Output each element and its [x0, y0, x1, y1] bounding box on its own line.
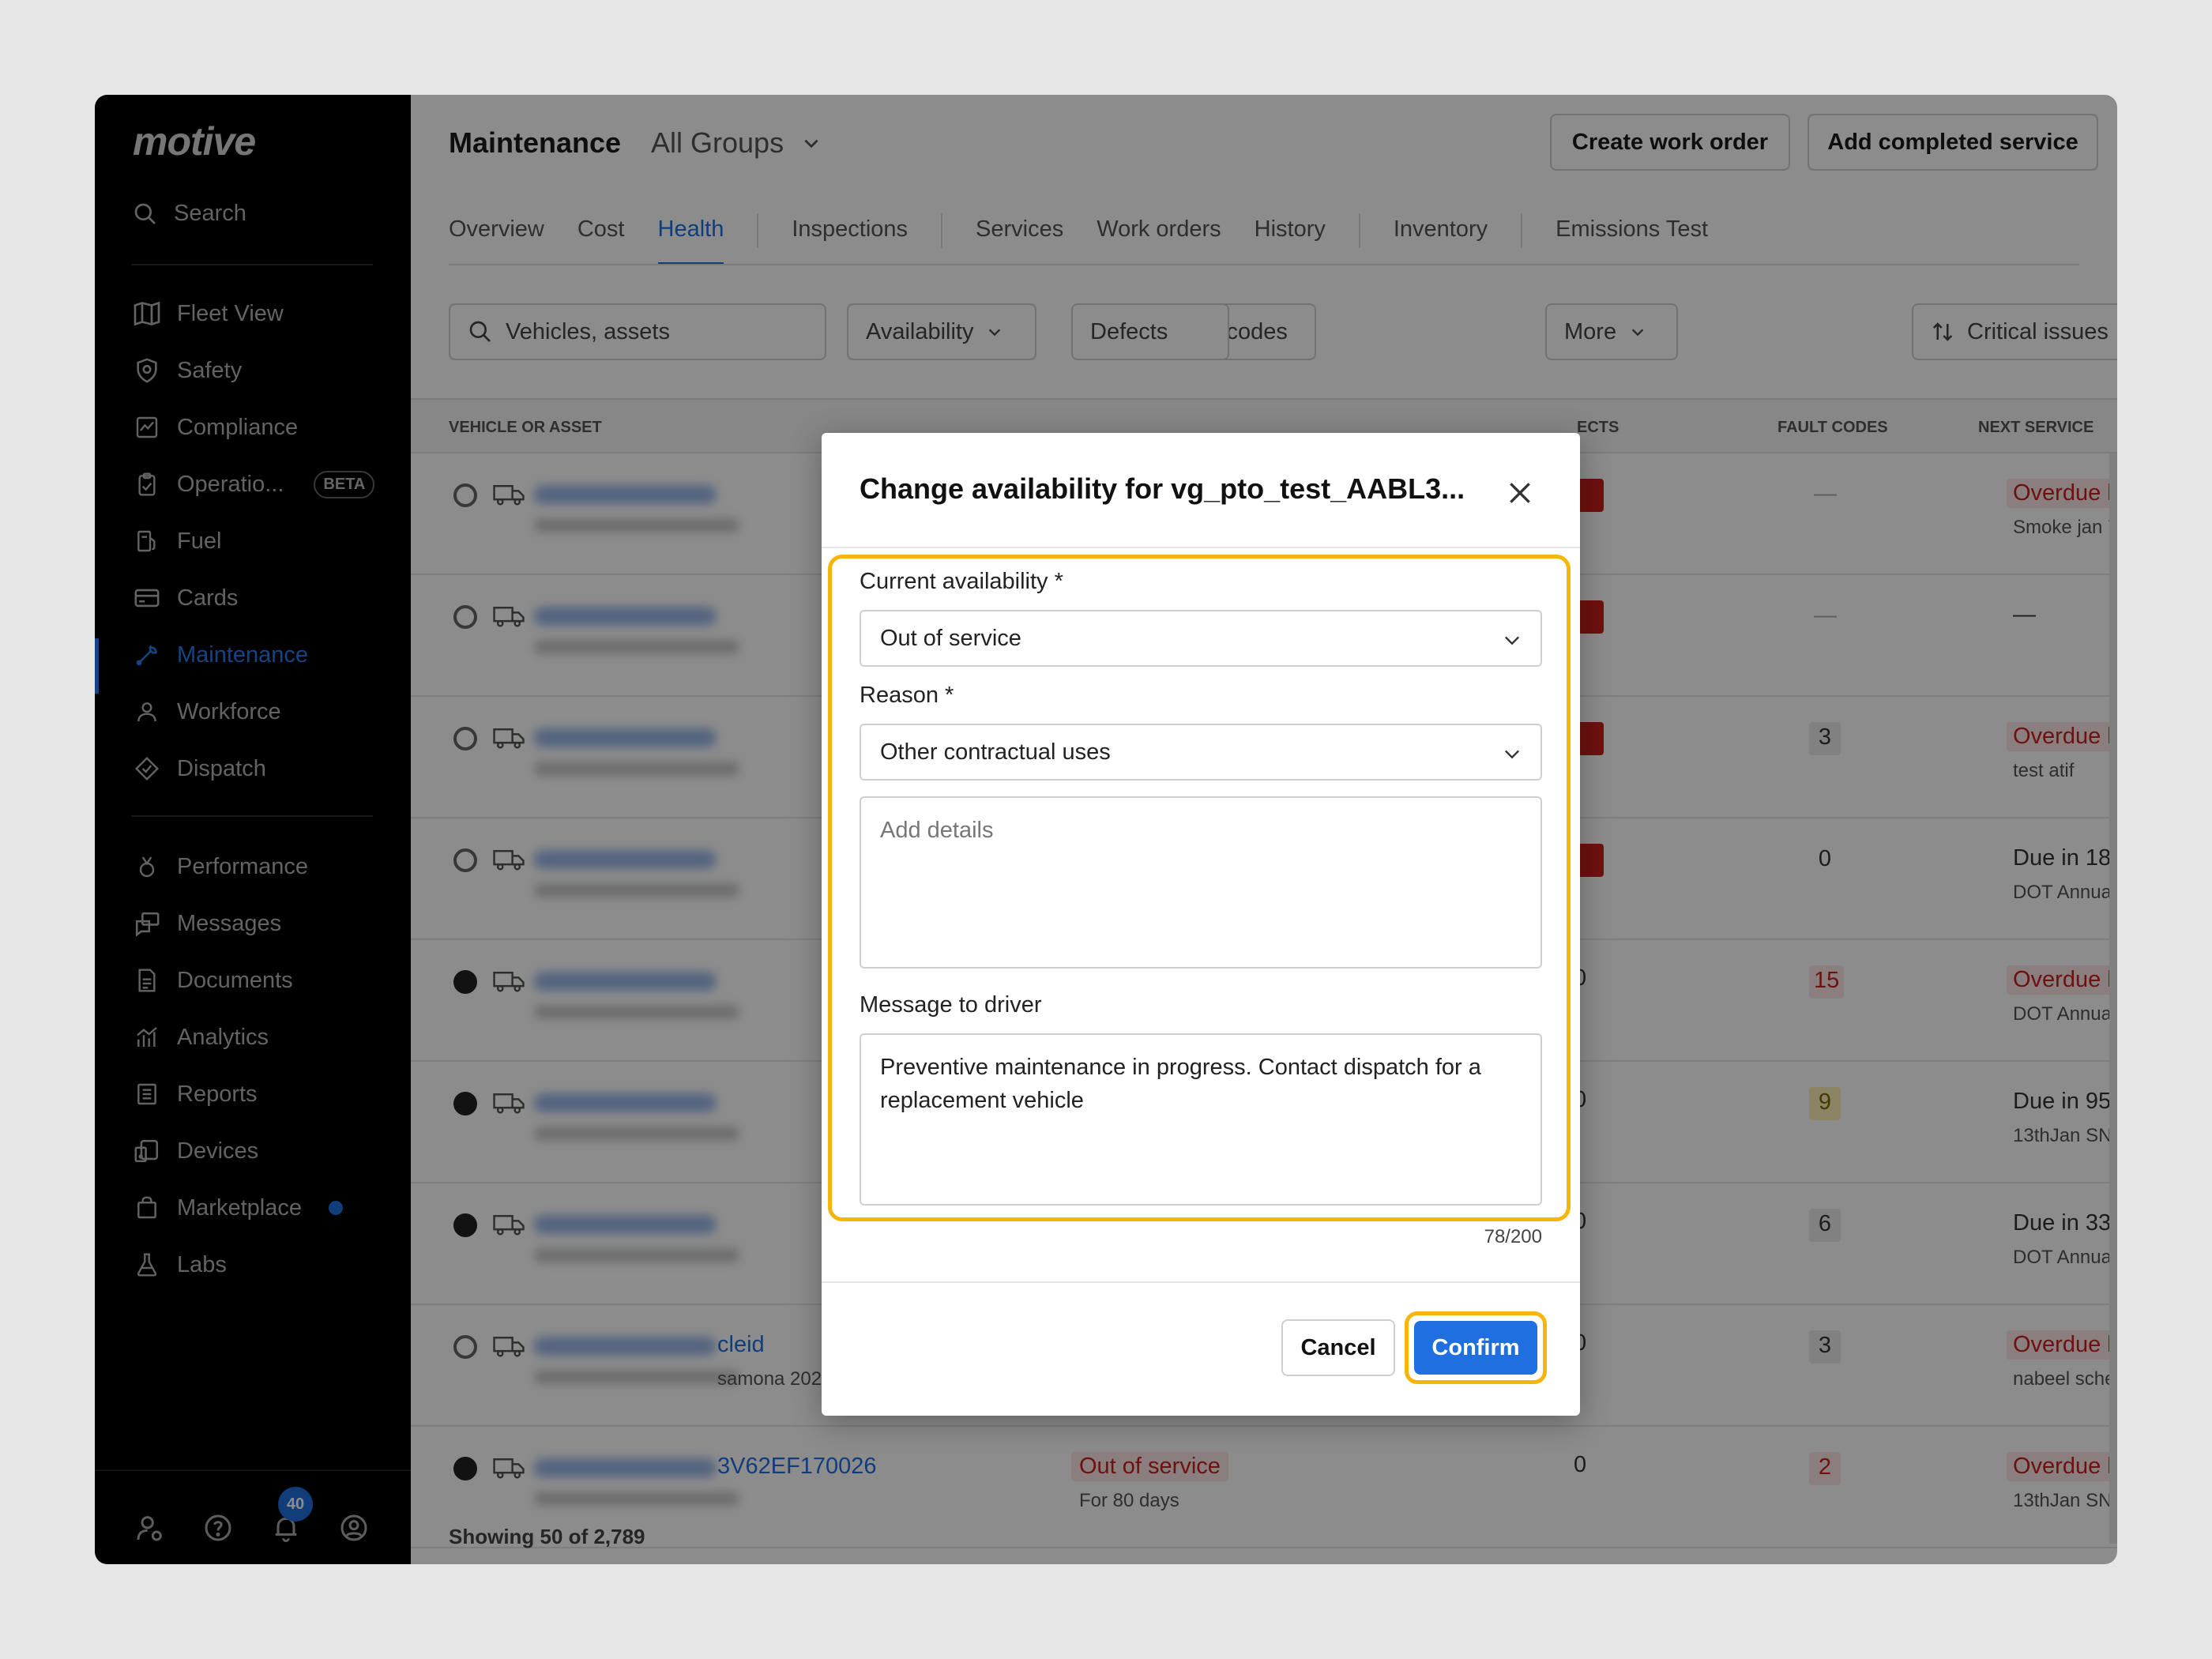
reason-value: Other contractual uses: [880, 739, 1111, 765]
current-availability-label: Current availability *: [860, 569, 1063, 594]
app-window: motive Search Fleet View Safety Complian…: [95, 95, 2117, 1564]
add-details-textarea[interactable]: Add details: [860, 796, 1542, 969]
close-icon[interactable]: [1504, 477, 1536, 509]
change-availability-modal: Change availability for vg_pto_test_AABL…: [822, 433, 1580, 1416]
cancel-button[interactable]: Cancel: [1281, 1319, 1395, 1376]
current-availability-value: Out of service: [880, 625, 1021, 651]
chevron-down-icon: [1505, 750, 1519, 759]
modal-footer-divider: [822, 1281, 1580, 1283]
character-counter: 78/200: [1484, 1226, 1542, 1247]
reason-select[interactable]: Other contractual uses: [860, 724, 1542, 781]
current-availability-select[interactable]: Out of service: [860, 610, 1542, 667]
message-to-driver-label: Message to driver: [860, 992, 1042, 1018]
modal-header-divider: [822, 547, 1580, 548]
reason-label: Reason *: [860, 683, 954, 708]
modal-title: Change availability for vg_pto_test_AABL…: [860, 472, 1465, 505]
message-to-driver-textarea[interactable]: Preventive maintenance in progress. Cont…: [860, 1033, 1542, 1206]
confirm-button[interactable]: Confirm: [1414, 1321, 1537, 1375]
chevron-down-icon: [1505, 636, 1519, 645]
